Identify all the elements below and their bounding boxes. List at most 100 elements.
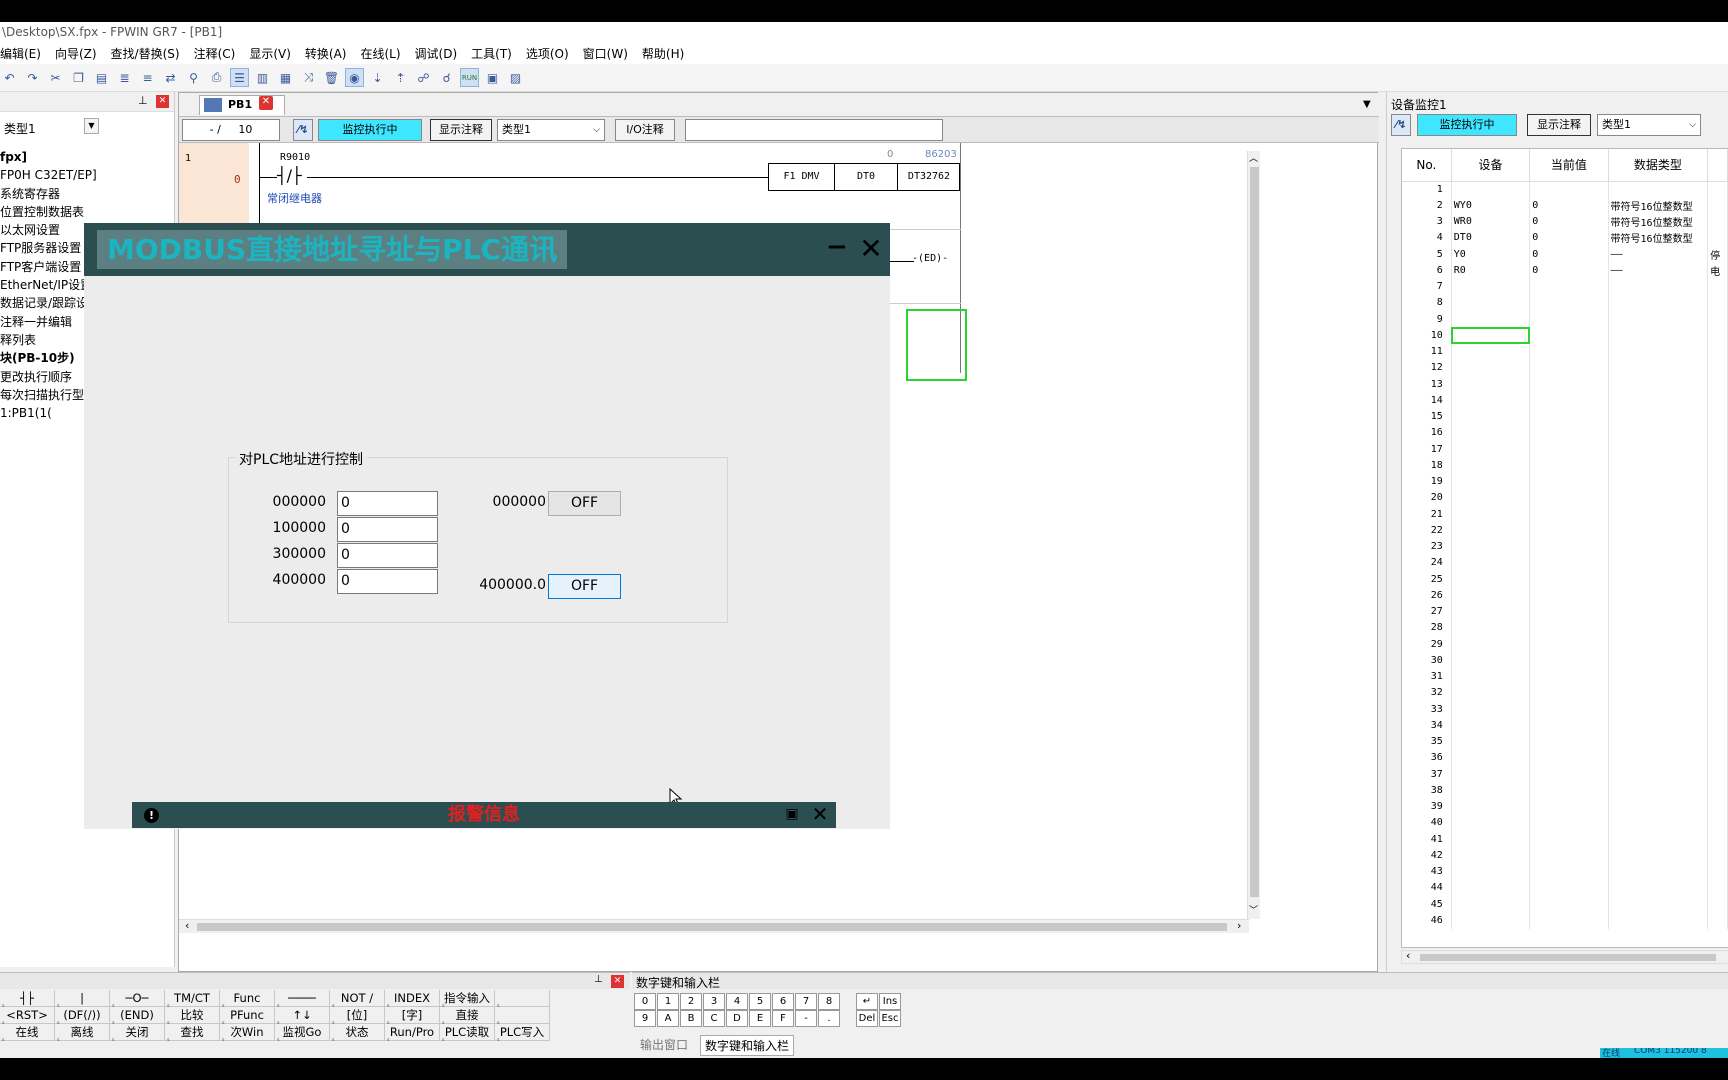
monitor-table[interactable]: No. 设备 当前值 数据类型 1 2 WY0 0 带符号16位整数型 3 WR0 0 带符号1… [1401,148,1728,948]
table-row[interactable]: 5 Y0 0 —— 停 [1402,246,1728,263]
function-key[interactable]: ₛ (DF(/)) [55,1007,110,1026]
pin-icon[interactable]: ⊥ [138,94,148,107]
menu-item-1[interactable]: 向导(Z) [55,45,105,62]
function-key[interactable]: ₛ PFunc [220,1007,275,1026]
function-key[interactable]: ₛ 比较 [165,1007,220,1026]
scroll-down-icon[interactable]: ﹀ [1249,903,1258,916]
function-key[interactable]: ₛ [495,990,550,1009]
table-row[interactable]: 7 [1402,278,1728,295]
table-row[interactable]: 18 [1402,457,1728,474]
scrollbar-thumb[interactable] [1420,954,1716,961]
numpad-key[interactable]: A [657,1010,679,1027]
scroll-left-icon[interactable]: ‹ [1406,949,1410,962]
function-key[interactable]: ₛ 关闭 [110,1024,165,1043]
numpad-key[interactable]: 3 [703,993,725,1010]
numpad-edit-key[interactable]: Del [856,1010,878,1027]
table-row[interactable]: 19 [1402,473,1728,490]
function-key[interactable]: ₛ 离线 [55,1024,110,1043]
minimize-icon[interactable]: − [826,234,848,260]
cut-icon[interactable]: ✂ [46,68,65,87]
table-row[interactable]: 41 [1402,831,1728,848]
function-key[interactable]: ₛ 在线 [0,1024,55,1043]
table-row[interactable]: 8 [1402,294,1728,311]
numpad-key[interactable]: 6 [772,993,794,1010]
numpad-key[interactable]: C [703,1010,725,1027]
convert-icon[interactable]: ⤨ [299,68,318,87]
comment-icon[interactable]: ▦ [276,68,295,87]
function-key[interactable]: ₛ <RST> [0,1007,55,1026]
numpad-key[interactable]: F [772,1010,794,1027]
function-key[interactable]: ₛ PLC读取 [440,1024,495,1043]
scrollbar-thumb[interactable] [197,923,1227,931]
function-key[interactable]: ₛ ┤├ [0,990,55,1009]
monitor-toggle-icon[interactable]: ⁄↯ [1391,114,1411,136]
addr-input-000000[interactable]: 0 [337,491,438,516]
table-row[interactable]: 29 [1402,636,1728,653]
close-icon[interactable]: ✕ [156,95,169,108]
function-block[interactable]: F1 DMV DT0 DT32762 [768,163,960,191]
type-select[interactable]: 类型1 ⌵ [1597,114,1701,136]
function-key[interactable]: ₛ 状态 [330,1024,385,1043]
numpad-edit-key[interactable]: Ins [879,993,901,1010]
menu-item-4[interactable]: 显示(V) [249,45,299,62]
table-row[interactable]: 33 [1402,701,1728,718]
table-row[interactable]: 12 [1402,359,1728,376]
chevron-down-icon[interactable]: ▼ [84,118,99,134]
numpad-key[interactable]: E [749,1010,771,1027]
redo-icon[interactable]: ↷ [23,68,42,87]
table-row[interactable]: 20 [1402,489,1728,506]
table-row[interactable]: 3 WR0 0 带符号16位整数型 [1402,213,1728,230]
table-row[interactable]: 14 [1402,392,1728,409]
tab-output-window[interactable]: 输出窗口 [636,1035,692,1054]
coil-toggle-000000[interactable]: OFF [548,491,621,516]
status-icon[interactable]: ▨ [506,68,525,87]
table-row[interactable]: 30 [1402,652,1728,669]
horizontal-scrollbar[interactable]: ‹ › [179,919,1249,933]
close-icon[interactable]: ✕ [858,235,884,263]
table-row[interactable]: 1 [1402,181,1728,198]
function-key[interactable]: ₛ ─O─ [110,990,165,1009]
nc-contact-symbol[interactable]: ┤/├ [277,166,302,185]
menu-item-11[interactable]: 帮助(H) [642,45,692,62]
table-row[interactable]: 15 [1402,408,1728,425]
numpad-key[interactable]: 2 [680,993,702,1010]
table-row[interactable]: 22 [1402,522,1728,539]
function-key[interactable]: ₛ [位] [330,1007,385,1026]
menu-item-7[interactable]: 调试(D) [415,45,466,62]
table-row[interactable]: 38 [1402,782,1728,799]
copy-icon[interactable]: ❐ [69,68,88,87]
table-row[interactable]: 42 [1402,847,1728,864]
function-key[interactable]: ₛ 次Win [220,1024,275,1043]
delete-row-icon[interactable]: ≡ [138,68,157,87]
function-key[interactable]: ₛ INDEX [385,990,440,1009]
numpad-key[interactable]: - [795,1010,817,1027]
table-row[interactable]: 44 [1402,879,1728,896]
menu-item-6[interactable]: 在线(L) [360,45,408,62]
table-row[interactable]: 31 [1402,668,1728,685]
table-row[interactable]: 40 [1402,814,1728,831]
function-key[interactable]: ₛ (END) [110,1007,165,1026]
function-key[interactable]: ₛ [495,1007,550,1026]
numpad-key[interactable]: . [818,1010,840,1027]
table-row[interactable]: 37 [1402,766,1728,783]
function-key[interactable]: ₛ 直接 [440,1007,495,1026]
undo-icon[interactable]: ↶ [0,68,19,87]
table-row[interactable]: 24 [1402,554,1728,571]
menu-item-9[interactable]: 选项(O) [526,45,577,62]
tab-list-chevron-icon[interactable]: ▼ [1363,99,1371,110]
debug-icon[interactable]: ☍ [414,68,433,87]
function-key[interactable]: ₛ 指令输入 [440,990,495,1009]
show-comment-button[interactable]: 显示注释 [1527,114,1591,136]
type-select[interactable]: 类型1 ⌵ [497,119,605,141]
table-row[interactable]: 2 WY0 0 带符号16位整数型 [1402,197,1728,214]
debug2-icon[interactable]: ☌ [437,68,456,87]
table-row[interactable]: 43 [1402,863,1728,880]
addr-input-400000[interactable]: 0 [337,569,438,594]
download-icon[interactable]: ⇣ [368,68,387,87]
table-row[interactable]: 35 [1402,733,1728,750]
table-row[interactable]: 27 [1402,603,1728,620]
close-icon[interactable]: ✕ [810,803,830,825]
numpad-key[interactable]: B [680,1010,702,1027]
scrollbar-thumb[interactable] [1250,167,1259,897]
addr-input-300000[interactable]: 0 [337,543,438,568]
